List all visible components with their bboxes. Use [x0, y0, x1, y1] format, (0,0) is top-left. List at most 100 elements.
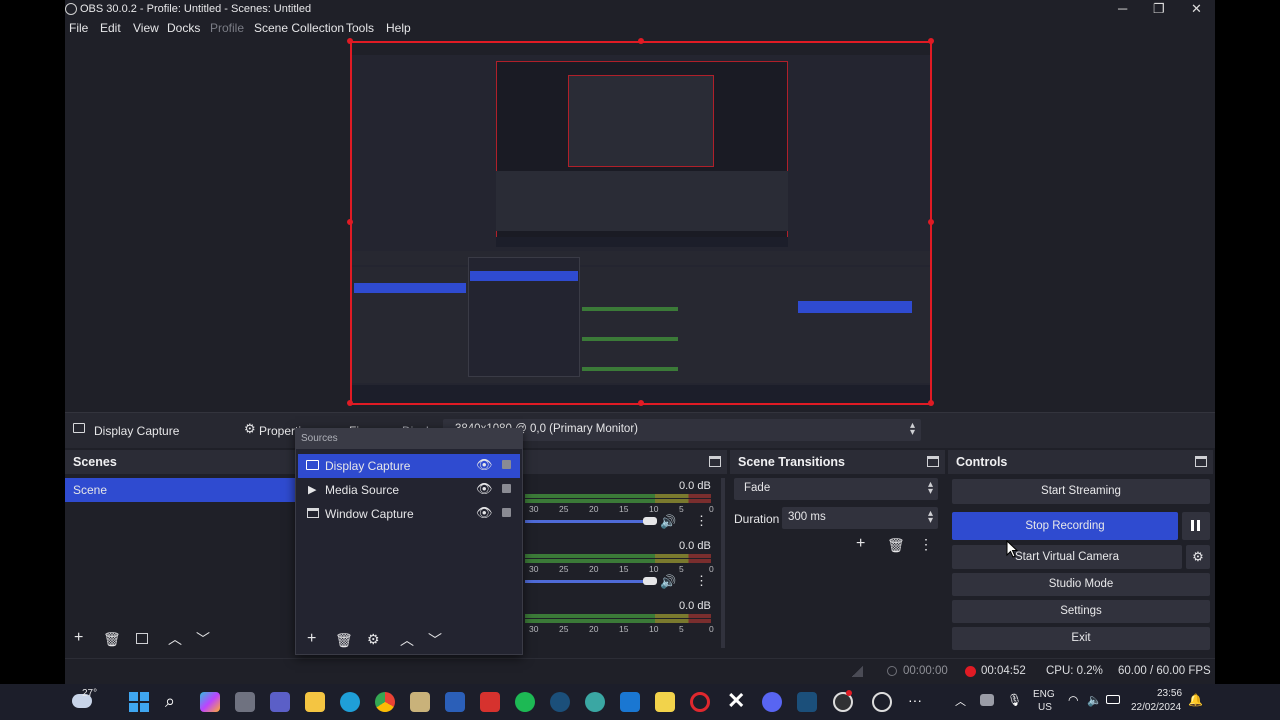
virtual-camera-settings-gear-icon[interactable]: ⚙	[1186, 545, 1210, 569]
scene-item[interactable]: Scene	[65, 478, 295, 502]
close-button[interactable]: ✕	[1191, 1, 1202, 17]
lock-icon[interactable]	[502, 484, 511, 493]
channel-2-volume-knob[interactable]	[643, 577, 657, 585]
eye-icon[interactable]: 👁	[476, 481, 493, 497]
channel-1-volume-knob[interactable]	[643, 517, 657, 525]
sticky-notes-icon[interactable]	[655, 692, 675, 712]
channel-2-menu-icon[interactable]: ⋮	[695, 574, 708, 588]
start-streaming-button[interactable]: Start Streaming	[952, 479, 1210, 504]
menu-edit[interactable]: Edit	[100, 21, 121, 35]
chevron-down-icon[interactable]: ﹀	[196, 632, 210, 646]
resize-handle-bl[interactable]	[347, 400, 353, 406]
sources-dock-header[interactable]: Sources	[296, 429, 522, 449]
channel-1-volume-track[interactable]	[525, 520, 649, 523]
word-icon[interactable]	[445, 692, 465, 712]
chevron-up-icon[interactable]: ︿	[168, 632, 182, 646]
menu-tools[interactable]: Tools	[346, 21, 374, 35]
notification-bell-icon[interactable]: 🔔	[1188, 693, 1203, 707]
source-item-window-capture[interactable]: Window Capture 👁	[298, 502, 520, 526]
globe-icon[interactable]	[585, 692, 605, 712]
menu-file[interactable]: File	[69, 21, 88, 35]
capcut-x-icon[interactable]: ✕	[727, 688, 745, 714]
transition-menu-icon[interactable]: ⋮	[919, 537, 933, 551]
menu-docks[interactable]: Docks	[167, 21, 200, 35]
source-item-media-source[interactable]: ▶ Media Source 👁	[298, 478, 520, 502]
volume-icon[interactable]: 🔈	[1087, 693, 1102, 707]
eye-icon[interactable]: 👁	[476, 505, 493, 521]
lock-icon[interactable]	[502, 508, 511, 517]
chevron-up-icon[interactable]: ︿	[400, 633, 414, 647]
microphone-icon[interactable]: 🎙	[1007, 693, 1022, 707]
scene-filter-icon[interactable]	[136, 633, 148, 644]
clock-time[interactable]: 23:56	[1157, 688, 1182, 699]
channel-1-menu-icon[interactable]: ⋮	[695, 514, 708, 528]
resize-handle-br[interactable]	[928, 400, 934, 406]
lock-icon[interactable]	[502, 460, 511, 469]
teams-icon[interactable]	[270, 692, 290, 712]
resize-handle-l[interactable]	[347, 219, 353, 225]
chrome-icon[interactable]	[375, 692, 395, 712]
opera-icon[interactable]	[690, 692, 710, 712]
menu-help[interactable]: Help	[386, 21, 411, 35]
chevron-up-icon[interactable]: ︿	[955, 693, 966, 709]
task-view-icon[interactable]	[235, 692, 255, 712]
menu-scene-collection[interactable]: Scene Collection	[254, 21, 344, 35]
undock-icon[interactable]	[927, 456, 939, 467]
settings-button[interactable]: Settings	[952, 600, 1210, 623]
clock-date[interactable]: 22/02/2024	[1131, 702, 1181, 713]
transition-select[interactable]: Fade ▴ ▾	[734, 478, 938, 500]
speaker-icon[interactable]: 🔊	[660, 515, 676, 529]
resize-handle-tr[interactable]	[928, 38, 934, 44]
file-explorer-icon[interactable]	[305, 692, 325, 712]
source-item-display-capture[interactable]: Display Capture 👁	[298, 454, 520, 478]
add-transition-icon[interactable]: +	[856, 536, 865, 552]
media-player-icon[interactable]	[872, 692, 892, 712]
undock-icon[interactable]	[709, 456, 721, 467]
add-scene-icon[interactable]: +	[74, 630, 83, 646]
undock-icon[interactable]	[1195, 456, 1207, 467]
resize-handle-b[interactable]	[638, 400, 644, 406]
discord-icon[interactable]	[762, 692, 782, 712]
resize-handle-t[interactable]	[638, 38, 644, 44]
steam-icon[interactable]	[550, 692, 570, 712]
edge-icon[interactable]	[340, 692, 360, 712]
chevron-down-icon[interactable]: ﹀	[428, 633, 442, 647]
copilot-icon[interactable]	[200, 692, 220, 712]
gear-icon[interactable]: ⚙	[367, 632, 380, 646]
trash-icon[interactable]: 🗑	[103, 632, 121, 646]
app-j-icon[interactable]	[620, 692, 640, 712]
duration-spinbox[interactable]: 300 ms ▴ ▾	[782, 507, 938, 529]
start-virtual-camera-button[interactable]: Start Virtual Camera	[952, 545, 1182, 569]
restore-button[interactable]: ❐	[1153, 1, 1165, 17]
notepad-icon[interactable]	[410, 692, 430, 712]
menu-view[interactable]: View	[133, 21, 159, 35]
trash-icon[interactable]: 🗑	[335, 633, 353, 647]
preview-canvas[interactable]	[350, 41, 932, 405]
speaker-icon[interactable]: 🔊	[660, 575, 676, 589]
channel-2-volume-track[interactable]	[525, 580, 649, 583]
stop-recording-button[interactable]: Stop Recording	[952, 512, 1178, 540]
minimize-button[interactable]: ─	[1118, 1, 1127, 16]
more-icon[interactable]: ···	[908, 692, 922, 708]
app-s-icon[interactable]	[480, 692, 500, 712]
resize-handle-tl[interactable]	[347, 38, 353, 44]
menu-profile[interactable]: Profile	[210, 21, 244, 35]
eye-icon[interactable]: 👁	[476, 457, 493, 473]
language-code[interactable]: ENG	[1033, 689, 1055, 700]
studio-mode-button[interactable]: Studio Mode	[952, 573, 1210, 596]
add-source-icon[interactable]: +	[307, 631, 316, 647]
cloud-icon[interactable]	[980, 694, 994, 706]
pause-recording-button[interactable]	[1182, 512, 1210, 540]
windows-start-icon[interactable]	[129, 692, 149, 712]
exit-button[interactable]: Exit	[952, 627, 1210, 650]
spotify-icon[interactable]	[515, 692, 535, 712]
search-icon[interactable]: ⌕	[165, 691, 175, 712]
keyboard-layout[interactable]: US	[1038, 702, 1052, 713]
battery-icon[interactable]	[1106, 695, 1120, 704]
resize-handle-r[interactable]	[928, 219, 934, 225]
preview-area[interactable]	[65, 38, 1215, 412]
wifi-icon[interactable]: ◠	[1068, 693, 1078, 707]
trash-icon[interactable]: 🗑	[887, 538, 905, 552]
mixer-scrollbar[interactable]	[721, 478, 725, 648]
steam-icon[interactable]	[797, 692, 817, 712]
